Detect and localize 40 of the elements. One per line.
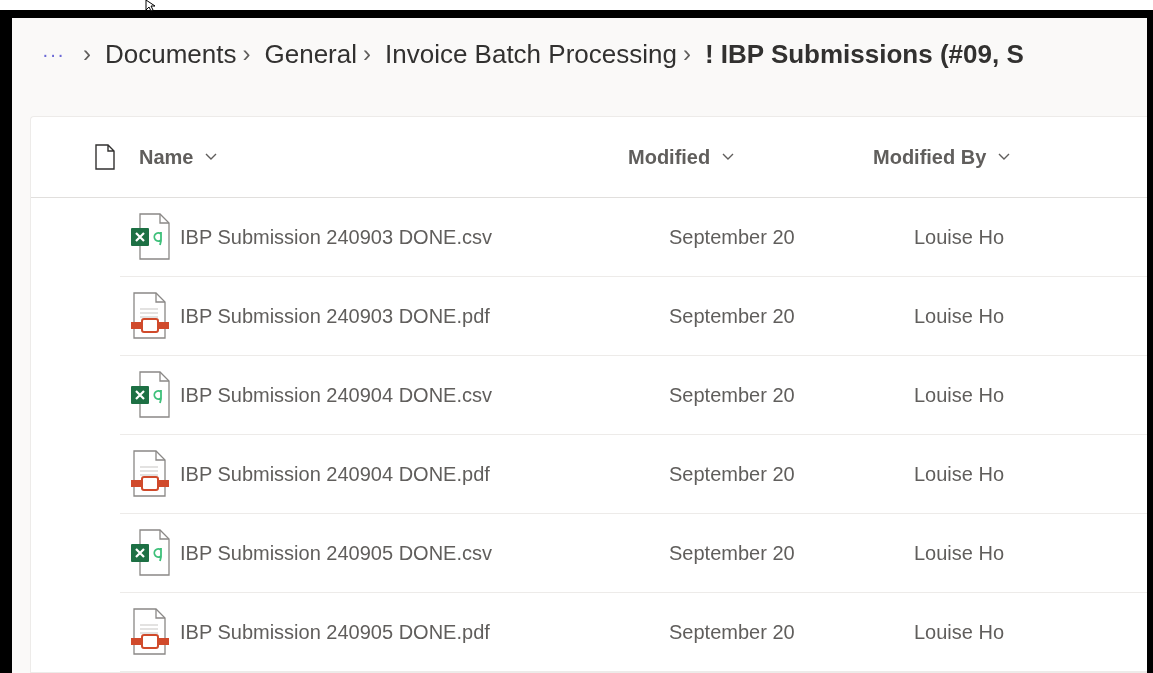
file-name-link[interactable]: IBP Submission 240903 DONE.csv [180,225,669,249]
spreadsheet-file-icon [130,371,170,419]
file-name-link[interactable]: IBP Submission 240904 DONE.pdf [180,462,669,486]
modified-by-name: Louise Ho [914,620,1006,644]
file-name-link[interactable]: IBP Submission 240905 DONE.pdf [180,620,669,644]
modified-by-name: Louise Ho [914,541,1006,565]
chevron-down-icon [205,153,218,161]
chevron-icon: › [242,40,251,68]
pdf-file-icon [130,608,170,656]
column-header[interactable]: Modified By [873,145,1147,169]
breadcrumb-link[interactable]: General [264,38,357,70]
spreadsheet-file-icon [130,213,170,261]
column-header[interactable]: Modified [628,145,873,169]
chevron-down-icon [998,153,1011,161]
pdf-file-icon [130,450,170,498]
modified-date: September 20 [669,225,796,249]
pdf-file-icon [130,292,170,340]
chevron-down-icon [722,153,735,161]
breadcrumb-link[interactable]: Documents [105,38,237,70]
modified-by-name: Louise Ho [914,304,1006,328]
spreadsheet-file-icon [130,529,170,577]
breadcrumb-link[interactable]: Invoice Batch Processing [385,38,677,70]
modified-by-name: Louise Ho [914,462,1006,486]
modified-date: September 20 [669,304,796,328]
modified-by-name: Louise Ho [914,383,1006,407]
current-folder-crumb[interactable]: ! IBP Submissions (#09, S [704,38,1024,70]
file-type-icon [95,144,115,170]
modified-date: September 20 [669,620,796,644]
chevron-icon: › [363,40,371,68]
modified-date: September 20 [669,541,796,565]
modified-date: September 20 [669,383,796,407]
more-breadcrumbs-button[interactable]: ··· [42,42,65,66]
column-header[interactable]: Name [139,145,628,169]
file-name-link[interactable]: IBP Submission 240903 DONE.pdf [180,304,669,328]
file-name-link[interactable]: IBP Submission 240905 DONE.csv [180,541,669,565]
modified-date: September 20 [669,462,796,486]
chevron-icon: › [682,40,691,68]
file-name-link[interactable]: IBP Submission 240904 DONE.csv [180,383,669,407]
modified-by-name: Louise Ho [914,225,1006,249]
chevron-icon: › [83,40,91,68]
